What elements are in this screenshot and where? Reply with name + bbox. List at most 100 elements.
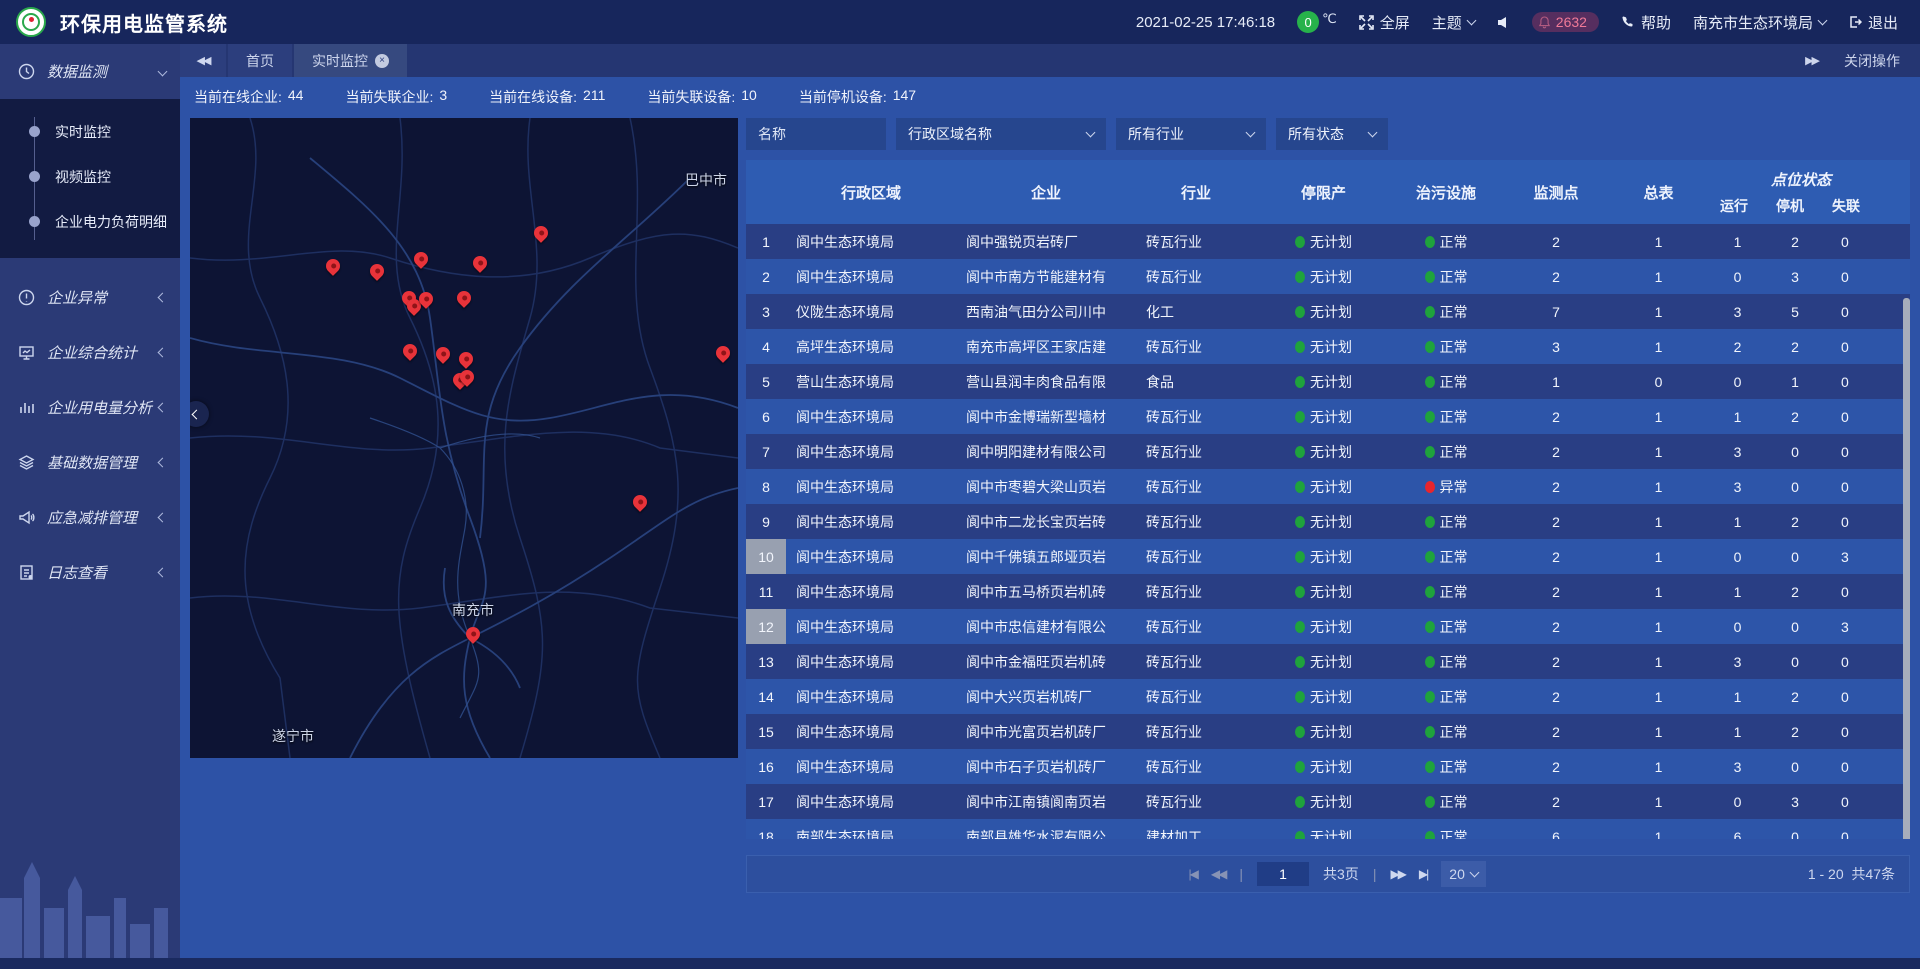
industry-filter-select[interactable]: 所有行业 [1116, 118, 1266, 150]
name-filter-input[interactable] [758, 126, 874, 142]
table-row[interactable]: 5 营山生态环境局 营山县润丰肉食品有限 食品 无计划 正常 1 0 0 1 0 [746, 364, 1910, 399]
notification-badge[interactable]: 2632 [1532, 12, 1599, 32]
app-title: 环保用电监管系统 [60, 8, 228, 37]
double-chevron-left-icon: ◀◀ [197, 54, 210, 67]
status-dot-icon [1295, 446, 1305, 458]
table-row[interactable]: 17 阆中生态环境局 阆中市江南镇阆南页岩 砖瓦行业 无计划 正常 2 1 0 … [746, 784, 1910, 819]
sidebar-item-power-load-detail[interactable]: 企业电力负荷明细 [0, 199, 180, 244]
tabs-scroll-right-button[interactable]: ▶▶ [1805, 54, 1818, 67]
chevron-left-icon [158, 458, 168, 468]
tabs-scroll-left-button[interactable]: ◀◀ [180, 44, 226, 77]
sidebar-item-video-monitor[interactable]: 视频监控 [0, 154, 180, 199]
megaphone-icon [18, 509, 35, 526]
table-row[interactable]: 4 高坪生态环境局 南充市高坪区王家店建 砖瓦行业 无计划 正常 3 1 2 2… [746, 329, 1910, 364]
phone-icon [1621, 15, 1635, 29]
map-city-label: 遂宁市 [272, 726, 314, 746]
status-dot-icon [1295, 831, 1305, 840]
table-row[interactable]: 11 阆中生态环境局 阆中市五马桥页岩机砖 砖瓦行业 无计划 正常 2 1 1 … [746, 574, 1910, 609]
datetime: 2021-02-25 17:46:18 [1136, 14, 1275, 31]
table-row[interactable]: 2 阆中生态环境局 阆中市南方节能建材有 砖瓦行业 无计划 正常 2 1 0 3… [746, 259, 1910, 294]
help-button[interactable]: 帮助 [1621, 12, 1671, 33]
table-row[interactable]: 10 阆中生态环境局 阆中千佛镇五郎垭页岩 砖瓦行业 无计划 正常 2 1 0 … [746, 539, 1910, 574]
chevron-down-icon [158, 67, 168, 77]
bullet-icon [29, 126, 40, 137]
region-filter-select[interactable]: 行政区域名称 [896, 118, 1106, 150]
status-dot-icon [1425, 481, 1435, 493]
sidebar-item-base-data[interactable]: 基础数据管理 [0, 435, 180, 490]
table-row[interactable]: 14 阆中生态环境局 阆中大兴页岩机砖厂 砖瓦行业 无计划 正常 2 1 1 2… [746, 679, 1910, 714]
page-size-select[interactable]: 20 [1441, 861, 1486, 887]
status-dot-icon [1295, 726, 1305, 738]
table-scrollbar[interactable] [1903, 298, 1910, 839]
logout-button[interactable]: 退出 [1848, 12, 1898, 33]
table-row[interactable]: 12 阆中生态环境局 阆中市忠信建材有限公 砖瓦行业 无计划 正常 2 1 0 … [746, 609, 1910, 644]
stat-stopped-devices: 当前停机设备:147 [799, 87, 916, 107]
table-row[interactable]: 3 仪陇生态环境局 西南油气田分公司川中 化工 无计划 正常 7 1 3 5 0 [746, 294, 1910, 329]
status-dot-icon [1295, 236, 1305, 248]
prev-page-button[interactable]: ◀◀ [1211, 867, 1225, 881]
sidebar-item-power-analysis[interactable]: 企业用电量分析 [0, 380, 180, 435]
tab-bar: ◀◀ 首页 实时监控 × ▶▶ 关闭操作 [180, 44, 1920, 77]
table-row[interactable]: 18 南部生态环境局 南部县雄华水泥有限公 建材加工 无计划 正常 6 1 6 … [746, 819, 1910, 839]
table-row[interactable]: 1 阆中生态环境局 阆中强锐页岩砖厂 砖瓦行业 无计划 正常 2 1 1 2 0 [746, 224, 1910, 259]
sidebar-item-enterprise-abnormal[interactable]: 企业异常 [0, 270, 180, 325]
status-dot-icon [1295, 376, 1305, 388]
table-row[interactable]: 15 阆中生态环境局 阆中市光富页岩机砖厂 砖瓦行业 无计划 正常 2 1 1 … [746, 714, 1910, 749]
name-filter[interactable] [746, 118, 886, 150]
bullet-icon [29, 171, 40, 182]
column-header-meter: 总表 [1611, 182, 1706, 203]
mute-button[interactable] [1497, 16, 1510, 29]
gauge-icon [18, 63, 35, 80]
record-range-label: 1 - 20 共47条 [1808, 864, 1895, 884]
chevron-left-icon [158, 568, 168, 578]
table-row[interactable]: 16 阆中生态环境局 阆中市石子页岩机砖厂 砖瓦行业 无计划 正常 2 1 3 … [746, 749, 1910, 784]
map-canvas[interactable]: 巴中市 南充市 遂宁市 [190, 118, 738, 758]
table-row[interactable]: 8 阆中生态环境局 阆中市枣碧大梁山页岩 砖瓦行业 无计划 异常 2 1 3 0… [746, 469, 1910, 504]
status-dot-icon [1425, 446, 1435, 458]
right-panel: 行政区域名称 所有行业 所有状态 行政区域 企业 行业 停限产 治污设施 [746, 118, 1910, 893]
bottom-strip [0, 958, 1920, 969]
last-page-button[interactable]: ▶| [1419, 867, 1427, 881]
table-row[interactable]: 9 阆中生态环境局 阆中市二龙长宝页岩砖 砖瓦行业 无计划 正常 2 1 1 2… [746, 504, 1910, 539]
status-dot-icon [1425, 271, 1435, 283]
column-group-label: 点位状态 [1706, 169, 1896, 190]
status-dot-icon [1295, 516, 1305, 528]
tab-close-icon[interactable]: × [375, 54, 389, 68]
org-dropdown[interactable]: 南充市生态环境局 [1693, 12, 1826, 33]
fullscreen-icon [1359, 15, 1374, 30]
table-row[interactable]: 6 阆中生态环境局 阆中市金博瑞新型墙材 砖瓦行业 无计划 正常 2 1 1 2… [746, 399, 1910, 434]
chevron-down-icon [1466, 16, 1476, 26]
next-page-button[interactable]: ▶▶ [1390, 867, 1404, 881]
status-dot-icon [1425, 341, 1435, 353]
column-header-facility: 治污设施 [1391, 182, 1501, 203]
log-document-icon [18, 564, 35, 581]
sidebar-item-realtime-monitor[interactable]: 实时监控 [0, 109, 180, 154]
stats-bar: 当前在线企业:44 当前失联企业:3 当前在线设备:211 当前失联设备:10 … [180, 77, 1920, 115]
sidebar: 数据监测 实时监控 视频监控 企业电力负荷明细 企业异常 企业综合统计 企业用电… [0, 44, 180, 958]
theme-dropdown[interactable]: 主题 [1432, 12, 1475, 33]
content-area: ◀◀ 首页 实时监控 × ▶▶ 关闭操作 当前在线企业:44 当前失联企业:3 … [180, 44, 1920, 958]
app-logo-icon [16, 7, 46, 37]
status-dot-icon [1295, 481, 1305, 493]
temperature-unit: ℃ [1322, 11, 1337, 27]
tab-realtime-monitor[interactable]: 实时监控 × [294, 44, 407, 77]
status-dot-icon [1425, 376, 1435, 388]
status-dot-icon [1425, 691, 1435, 703]
first-page-button[interactable]: |◀ [1189, 867, 1197, 881]
column-header-lost: 失联 [1818, 196, 1874, 216]
fullscreen-button[interactable]: 全屏 [1359, 12, 1410, 33]
sidebar-item-log-view[interactable]: 日志查看 [0, 545, 180, 600]
status-dot-icon [1425, 831, 1435, 840]
table-row[interactable]: 7 阆中生态环境局 阆中明阳建材有限公司 砖瓦行业 无计划 正常 2 1 3 0… [746, 434, 1910, 469]
tab-home[interactable]: 首页 [228, 44, 292, 77]
sidebar-item-enterprise-stats[interactable]: 企业综合统计 [0, 325, 180, 380]
status-dot-icon [1425, 656, 1435, 668]
page-number-input[interactable]: 1 [1257, 862, 1309, 886]
sidebar-item-data-monitor[interactable]: 数据监测 [0, 44, 180, 99]
status-filter-select[interactable]: 所有状态 [1276, 118, 1388, 150]
close-operations-dropdown[interactable]: 关闭操作 [1844, 51, 1900, 71]
column-header-industry: 行业 [1136, 182, 1256, 203]
sidebar-item-emergency-reduction[interactable]: 应急减排管理 [0, 490, 180, 545]
layers-icon [18, 454, 35, 471]
table-row[interactable]: 13 阆中生态环境局 阆中市金福旺页岩机砖 砖瓦行业 无计划 正常 2 1 3 … [746, 644, 1910, 679]
